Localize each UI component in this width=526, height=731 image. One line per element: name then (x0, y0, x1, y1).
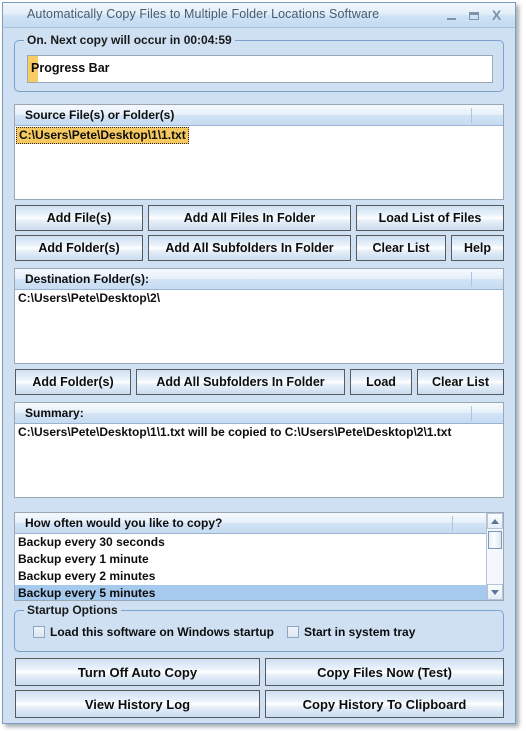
progress-bar: Progress Bar (27, 55, 493, 83)
chevron-down-icon (491, 590, 499, 595)
column-divider[interactable] (471, 272, 472, 287)
start-in-tray-checkbox[interactable] (287, 626, 299, 638)
add-all-subfolders-in-folder-button[interactable]: Add All Subfolders In Folder (148, 235, 351, 261)
maximize-button[interactable] (465, 7, 482, 23)
destination-folder-listbox[interactable]: Destination Folder(s): C:\Users\Pete\Des… (14, 268, 504, 364)
progress-bar-label: Progress Bar (31, 61, 110, 75)
source-file-listbox[interactable]: Source File(s) or Folder(s) C:\Users\Pet… (14, 104, 504, 200)
turn-off-auto-copy-button[interactable]: Turn Off Auto Copy (15, 658, 260, 686)
summary-list-body[interactable]: C:\Users\Pete\Desktop\1\1.txt will be co… (15, 424, 503, 441)
column-divider[interactable] (471, 108, 472, 123)
source-list-body[interactable]: C:\Users\Pete\Desktop\1\1.txt (15, 126, 503, 144)
load-on-startup-checkbox[interactable] (33, 626, 45, 638)
application-window: Automatically Copy Files to Multiple Fol… (2, 2, 516, 724)
column-divider[interactable] (471, 406, 472, 421)
frequency-list-header[interactable]: How often would you like to copy? (15, 513, 503, 534)
copy-history-to-clipboard-button[interactable]: Copy History To Clipboard (265, 690, 504, 718)
start-in-tray-label: Start in system tray (304, 625, 416, 639)
help-button[interactable]: Help (451, 235, 504, 261)
column-divider[interactable] (452, 516, 453, 531)
startup-options-legend: Startup Options (24, 603, 121, 617)
list-item[interactable]: Backup every 1 minute (15, 551, 486, 568)
add-destination-folders-button[interactable]: Add Folder(s) (15, 369, 131, 395)
status-group-legend: On. Next copy will occur in 00:04:59 (24, 33, 235, 47)
destination-list-header[interactable]: Destination Folder(s): (15, 269, 503, 290)
clear-source-list-button[interactable]: Clear List (356, 235, 446, 261)
status-group-box: On. Next copy will occur in 00:04:59 Pro… (14, 33, 504, 92)
close-button[interactable]: X (488, 7, 505, 23)
load-destination-list-button[interactable]: Load (350, 369, 412, 395)
add-all-destination-subfolders-button[interactable]: Add All Subfolders In Folder (136, 369, 345, 395)
minimize-icon (447, 17, 456, 20)
destination-list-body[interactable]: C:\Users\Pete\Desktop\2\ (15, 290, 503, 307)
start-in-tray-checkbox-row[interactable]: Start in system tray (287, 625, 415, 639)
window-client-area: On. Next copy will occur in 00:04:59 Pro… (3, 28, 515, 723)
scroll-up-button[interactable] (487, 513, 503, 529)
scroll-down-button[interactable] (487, 584, 503, 600)
list-item[interactable]: Backup every 2 minutes (15, 568, 486, 585)
chevron-up-icon (491, 519, 499, 524)
view-history-log-button[interactable]: View History Log (15, 690, 260, 718)
list-item[interactable]: C:\Users\Pete\Desktop\1\1.txt will be co… (15, 424, 503, 441)
list-item[interactable]: Backup every 5 minutes (15, 585, 486, 600)
add-files-button[interactable]: Add File(s) (15, 205, 143, 231)
title-bar[interactable]: Automatically Copy Files to Multiple Fol… (3, 3, 515, 28)
list-item[interactable]: Backup every 30 seconds (15, 534, 486, 551)
load-on-startup-checkbox-row[interactable]: Load this software on Windows startup (33, 625, 274, 639)
summary-list-header[interactable]: Summary: (15, 403, 503, 424)
startup-options-group-box: Startup Options Load this software on Wi… (14, 603, 504, 652)
summary-list-header-label: Summary: (25, 406, 84, 420)
minimize-button[interactable] (443, 7, 460, 23)
copy-files-now-button[interactable]: Copy Files Now (Test) (265, 658, 504, 686)
load-on-startup-label: Load this software on Windows startup (50, 625, 274, 639)
maximize-icon (468, 11, 479, 20)
frequency-list-header-label: How often would you like to copy? (25, 516, 223, 530)
load-list-of-files-button[interactable]: Load List of Files (356, 205, 504, 231)
add-all-files-in-folder-button[interactable]: Add All Files In Folder (148, 205, 351, 231)
summary-listbox[interactable]: Summary: C:\Users\Pete\Desktop\1\1.txt w… (14, 402, 504, 498)
scrollbar-thumb[interactable] (488, 531, 502, 549)
source-list-header-label: Source File(s) or Folder(s) (25, 108, 175, 122)
frequency-listbox[interactable]: How often would you like to copy? Backup… (14, 512, 504, 601)
window-title: Automatically Copy Files to Multiple Fol… (27, 7, 380, 21)
frequency-list-body[interactable]: Backup every 30 seconds Backup every 1 m… (15, 534, 486, 600)
list-item[interactable]: C:\Users\Pete\Desktop\2\ (15, 290, 503, 307)
destination-list-header-label: Destination Folder(s): (25, 272, 150, 286)
source-list-header[interactable]: Source File(s) or Folder(s) (15, 105, 503, 126)
add-folders-button[interactable]: Add Folder(s) (15, 235, 143, 261)
frequency-list-scrollbar[interactable] (486, 513, 503, 600)
list-item[interactable]: C:\Users\Pete\Desktop\1\1.txt (16, 127, 189, 144)
clear-destination-list-button[interactable]: Clear List (417, 369, 504, 395)
